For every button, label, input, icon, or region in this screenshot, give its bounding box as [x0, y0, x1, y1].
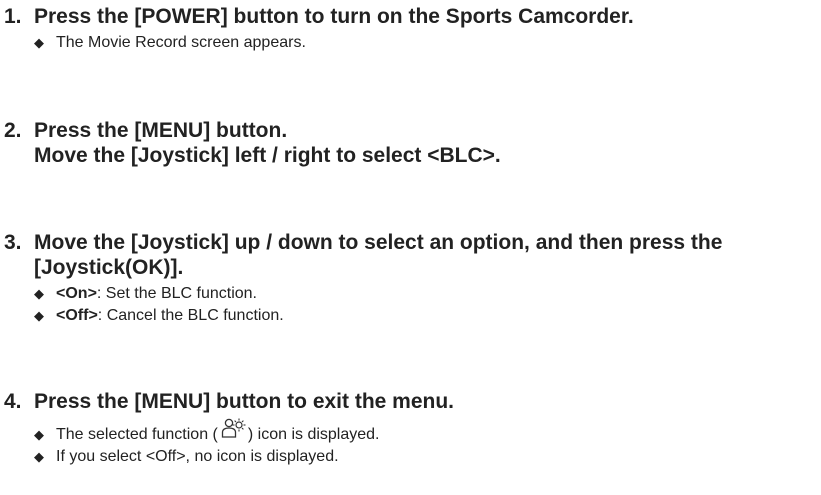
diamond-bullet-icon: ◆ [34, 308, 44, 323]
bullet-text: : Set the BLC function. [96, 285, 257, 302]
blc-icon [220, 417, 246, 446]
bullet-item: ◆ If you select <Off>, no icon is displa… [34, 446, 817, 468]
step-number: 1. [4, 5, 22, 28]
step-1: 1. Press the [POWER] button to turn on t… [4, 4, 817, 54]
step-heading: Press the [POWER] button to turn on the … [34, 5, 634, 28]
step-heading: Press the [MENU] button. [34, 119, 288, 142]
step-heading: [Joystick(OK)]. [34, 256, 184, 279]
bullet-item: ◆ The Movie Record screen appears. [34, 32, 817, 54]
step-4: 4. Press the [MENU] button to exit the m… [4, 389, 817, 468]
step-heading: Press the [MENU] button to exit the menu… [34, 390, 455, 413]
bullet-text: The Movie Record screen appears. [56, 34, 306, 51]
option-term: <On> [56, 285, 97, 302]
diamond-bullet-icon: ◆ [34, 286, 44, 301]
step-heading: Move the [Joystick] left / right to sele… [34, 144, 501, 167]
step-number: 3. [4, 231, 22, 254]
bullet-item: ◆ <On>: Set the BLC function. [34, 283, 817, 305]
diamond-bullet-icon: ◆ [34, 427, 44, 442]
step-heading: Move the [Joystick] up / down to select … [34, 231, 723, 254]
bullet-text: If you select <Off>, no icon is displaye… [56, 448, 339, 465]
step-3: 3. Move the [Joystick] up / down to sele… [4, 230, 817, 327]
instruction-page: 1. Press the [POWER] button to turn on t… [0, 0, 821, 495]
option-term: <Off> [56, 307, 98, 324]
bullet-item: ◆ The selected function () icon is disp… [34, 417, 817, 446]
bullet-text: : Cancel the BLC function. [97, 307, 284, 324]
step-number: 4. [4, 390, 22, 413]
diamond-bullet-icon: ◆ [34, 449, 44, 464]
step-number: 2. [4, 119, 22, 142]
bullet-text: The selected function ( [56, 426, 218, 443]
bullet-text: ) icon is displayed. [247, 426, 380, 443]
bullet-item: ◆ <Off>: Cancel the BLC function. [34, 305, 817, 327]
step-2: 2. Press the [MENU] button. Move the [Jo… [4, 118, 817, 168]
diamond-bullet-icon: ◆ [34, 35, 44, 50]
